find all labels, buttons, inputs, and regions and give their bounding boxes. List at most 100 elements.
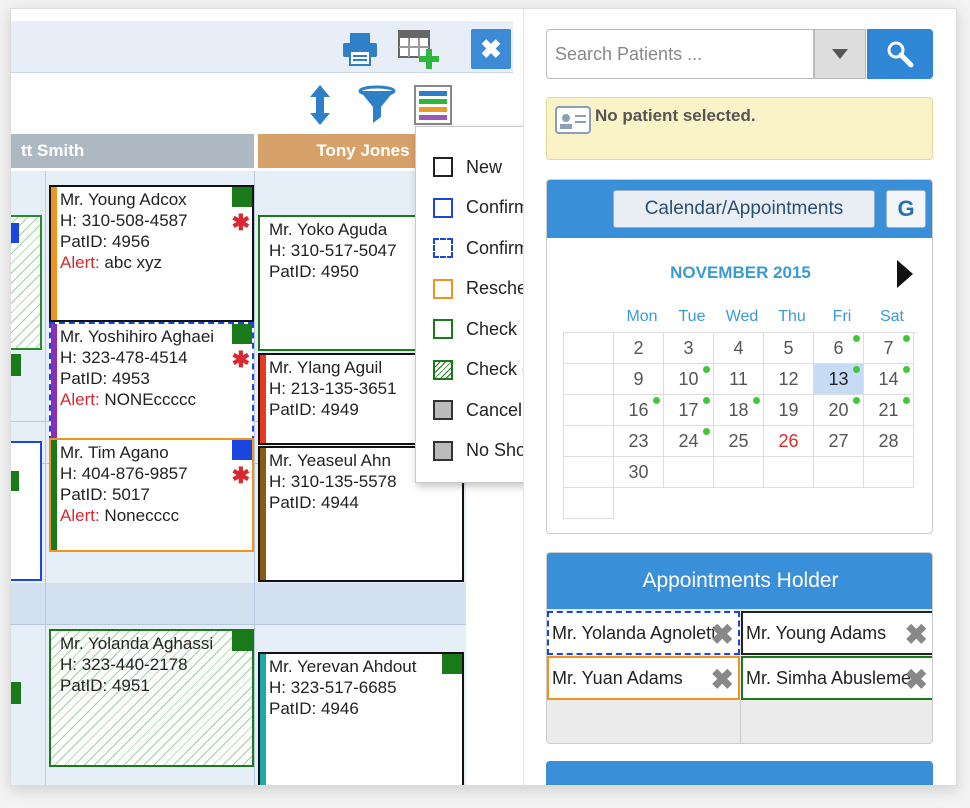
add-grid-icon[interactable] — [397, 29, 441, 71]
appointment-indicator-dot — [903, 366, 910, 373]
calendar-day-number: 20 — [828, 399, 849, 420]
calendar-appointments-button[interactable]: Calendar/Appointments — [613, 190, 875, 228]
calendar-day[interactable]: 27 — [814, 426, 864, 457]
calendar-day-empty — [564, 426, 614, 457]
sort-icon[interactable] — [307, 83, 333, 127]
calendar-day[interactable]: 12 — [764, 364, 814, 395]
google-sync-button[interactable]: G — [886, 190, 926, 228]
next-panel-header — [546, 761, 933, 785]
menu-item-check-out[interactable]: Check out — [416, 350, 523, 391]
calendar-day-number: 12 — [778, 368, 799, 389]
patient-name: Mr. Yoshihiro Aghaei — [60, 327, 215, 346]
grid-band — [11, 583, 466, 625]
holder-item[interactable]: Mr. Young Adams ✖ — [741, 611, 932, 655]
appointment-card[interactable]: Mr. Tim Agano H: 404-876-9857 PatID: 501… — [49, 438, 254, 552]
calendar-day-number: 28 — [878, 430, 899, 451]
calendar-day[interactable]: 17 — [664, 395, 714, 426]
appointment-card[interactable]: Mr. Yoko Aguda H: 310-517-5047 PatID: 49… — [258, 215, 418, 351]
menu-item-check-in[interactable]: Check in — [416, 309, 523, 350]
patient-name: Mr. Yoko Aguda — [269, 220, 388, 239]
alert-text: NONEccccc — [104, 390, 197, 409]
calendar-day-number: 21 — [878, 399, 899, 420]
menu-item-cancel[interactable]: Cancel — [416, 390, 523, 431]
appointment-stripe — [260, 654, 266, 785]
calendar-day[interactable]: 28 — [864, 426, 914, 457]
calendar-day[interactable]: 11 — [714, 364, 764, 395]
status-legend-menu: New Confirmed Confirm Hold Rescheduled C… — [415, 126, 523, 483]
legend-icon[interactable] — [414, 85, 452, 125]
calendar-day[interactable]: 18 — [714, 395, 764, 426]
menu-item-new[interactable]: New — [416, 147, 523, 188]
calendar-day-number: 2 — [633, 337, 644, 358]
appointment-card[interactable]: Mr. Yerevan Ahdout H: 323-517-6685 PatID… — [258, 652, 464, 785]
status-swatch — [433, 197, 453, 218]
patient-name: Mr. Yerevan Ahdout — [269, 657, 417, 676]
calendar-day[interactable]: 24 — [664, 426, 714, 457]
medical-alert-icon: ✱ — [231, 210, 250, 235]
patient-phone: H: 213-135-3651 — [269, 379, 397, 398]
close-button[interactable]: ✖ — [471, 29, 511, 69]
calendar-day[interactable]: 2 — [614, 333, 664, 364]
holder-item-label: Mr. Young Adams — [746, 622, 887, 643]
appointment-card[interactable]: Mr. Yolanda Aghassi H: 323-440-2178 PatI… — [49, 629, 254, 767]
calendar-day[interactable]: 26 — [764, 426, 814, 457]
filter-icon[interactable] — [357, 85, 397, 125]
remove-icon[interactable]: ✖ — [905, 621, 928, 649]
menu-item-confirm-hold[interactable]: Confirm Hold — [416, 228, 523, 269]
search-input[interactable]: Search Patients ... — [546, 29, 814, 79]
patient-name: Mr. Tim Agano — [60, 443, 169, 462]
column-header-smith[interactable]: tt Smith — [11, 134, 254, 168]
patient-id: PatID: 4956 — [60, 232, 150, 251]
appointment-indicator-dot — [753, 397, 760, 404]
search-dropdown-button[interactable] — [814, 29, 866, 79]
remove-icon[interactable]: ✖ — [905, 666, 928, 694]
remove-icon[interactable]: ✖ — [711, 666, 734, 694]
calendar-day[interactable]: 30 — [614, 457, 664, 488]
next-month-icon[interactable] — [897, 260, 913, 288]
calendar-day[interactable]: 16 — [614, 395, 664, 426]
calendar-day-number: 23 — [628, 430, 649, 451]
appointment-card[interactable]: Mr. Ylang Aguil H: 213-135-3651 PatID: 4… — [258, 353, 418, 445]
patient-id: PatID: 4950 — [269, 262, 359, 281]
calendar-day[interactable]: 13 — [814, 364, 864, 395]
weekday-label: Sat — [879, 308, 904, 325]
print-icon[interactable] — [341, 31, 379, 67]
calendar-day[interactable]: 3 — [664, 333, 714, 364]
calendar-day[interactable]: 23 — [614, 426, 664, 457]
menu-item-rescheduled[interactable]: Rescheduled — [416, 269, 523, 310]
calendar-day[interactable]: 14 — [864, 364, 914, 395]
status-swatch — [433, 319, 453, 340]
appointment-indicator-dot — [853, 397, 860, 404]
calendar-day[interactable]: 5 — [764, 333, 814, 364]
calendar-day[interactable]: 6 — [814, 333, 864, 364]
partial-appointment[interactable] — [11, 215, 42, 350]
calendar-day[interactable]: 4 — [714, 333, 764, 364]
holder-item[interactable]: Mr. Simha Abusleme ✖ — [741, 656, 932, 700]
calendar-day-number: 5 — [783, 337, 794, 358]
calendar-day-number: 4 — [733, 337, 744, 358]
calendar-day-empty — [564, 488, 614, 519]
appointment-card[interactable]: Mr. Young Adcox H: 310-508-4587 PatID: 4… — [49, 185, 254, 322]
appointment-stripe — [51, 187, 57, 320]
search-button[interactable] — [867, 29, 933, 79]
patient-name: Mr. Yolanda Aghassi — [60, 634, 214, 653]
appointment-indicator-dot — [703, 397, 710, 404]
calendar-day[interactable]: 7 — [864, 333, 914, 364]
calendar-day[interactable]: 19 — [764, 395, 814, 426]
menu-item-no-show[interactable]: No Show — [416, 431, 523, 472]
appointment-card[interactable]: Mr. Yoshihiro Aghaei H: 323-478-4514 Pat… — [49, 322, 254, 442]
calendar-day[interactable]: 9 — [614, 364, 664, 395]
holder-item[interactable]: Mr. Yuan Adams ✖ — [547, 656, 740, 700]
menu-item-confirmed[interactable]: Confirmed — [416, 188, 523, 229]
calendar-day[interactable]: 25 — [714, 426, 764, 457]
calendar-day[interactable]: 21 — [864, 395, 914, 426]
remove-icon[interactable]: ✖ — [711, 621, 734, 649]
patient-phone: H: 323-440-2178 — [60, 655, 188, 674]
partial-appointment[interactable] — [11, 441, 42, 581]
alert-label: Alert: — [60, 506, 100, 525]
menu-item-label: Cancel — [466, 399, 523, 420]
holder-item[interactable]: Mr. Yolanda Agnoletti ✖ — [547, 611, 740, 655]
calendar-day[interactable]: 20 — [814, 395, 864, 426]
calendar-day[interactable]: 10 — [664, 364, 714, 395]
patient-id: PatID: 5017 — [60, 485, 150, 504]
